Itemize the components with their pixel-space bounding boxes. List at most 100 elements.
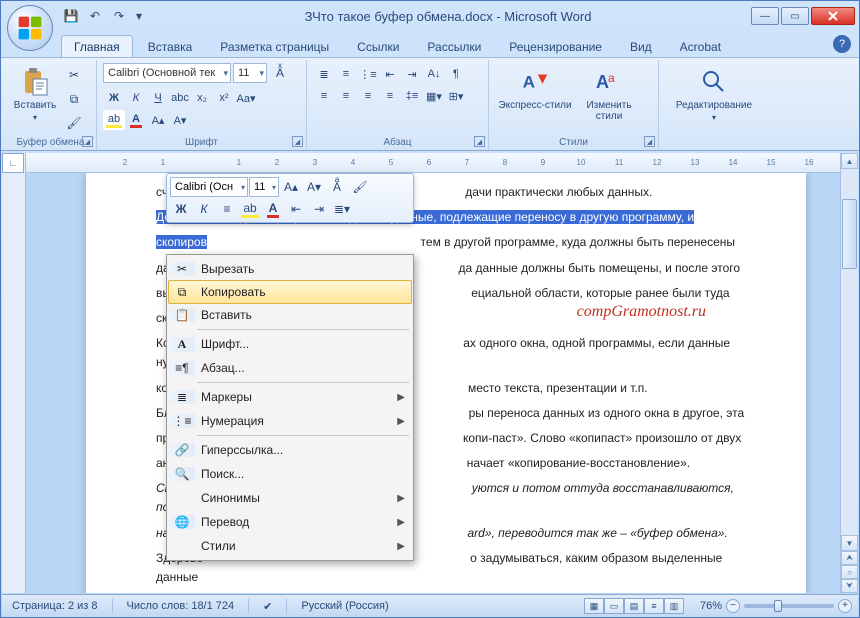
clear-formatting-button[interactable]: Aͯ: [269, 62, 291, 84]
mini-highlight[interactable]: ab: [239, 199, 261, 219]
mini-size-combo[interactable]: 11: [249, 177, 279, 197]
zoom-level[interactable]: 76%: [700, 600, 722, 612]
mini-shrink-font[interactable]: A▾: [303, 177, 325, 197]
tab-mailings[interactable]: Рассылки: [414, 35, 494, 57]
highlight-button[interactable]: ab: [103, 110, 125, 130]
cut-button[interactable]: ✂: [63, 64, 85, 86]
bold-button[interactable]: Ж: [103, 88, 125, 108]
next-page-button[interactable]: ⮟: [841, 579, 858, 593]
scroll-track[interactable]: [841, 169, 858, 535]
ctx-translate[interactable]: 🌐 Перевод ▶: [169, 510, 411, 534]
zoom-out-button[interactable]: −: [726, 599, 740, 613]
ctx-paste[interactable]: 📋 Вставить: [169, 303, 411, 327]
mini-styles[interactable]: Aͣ: [326, 177, 348, 197]
format-painter-button[interactable]: 🖌: [63, 112, 85, 134]
tab-selector[interactable]: ∟: [2, 153, 24, 173]
mini-bullets[interactable]: ≣▾: [331, 199, 353, 219]
shading-button[interactable]: ▦▾: [423, 86, 445, 106]
office-button[interactable]: [7, 5, 53, 51]
status-word-count[interactable]: Число слов: 18/1 724: [123, 600, 239, 612]
tab-page-layout[interactable]: Разметка страницы: [207, 35, 342, 57]
mini-grow-font[interactable]: A▴: [280, 177, 302, 197]
increase-indent-button[interactable]: ⇥: [401, 64, 423, 84]
mini-bold[interactable]: Ж: [170, 199, 192, 219]
ctx-font[interactable]: A Шрифт...: [169, 332, 411, 356]
view-web-layout[interactable]: ▤: [624, 598, 644, 614]
horizontal-ruler[interactable]: 2112345678910111213141516171819: [26, 153, 840, 173]
superscript-button[interactable]: x²: [213, 88, 235, 108]
justify-button[interactable]: ≡: [379, 86, 401, 106]
qat-redo-button[interactable]: ↷: [109, 6, 129, 26]
qat-save-button[interactable]: 💾: [61, 6, 81, 26]
styles-dialog-launcher[interactable]: ◢: [644, 136, 655, 147]
ctx-numbering[interactable]: ⋮≡ Нумерация ▶: [169, 409, 411, 433]
prev-page-button[interactable]: ⮝: [841, 551, 858, 565]
status-language[interactable]: Русский (Россия): [297, 600, 392, 612]
italic-button[interactable]: К: [125, 88, 147, 108]
view-draft[interactable]: ▥: [664, 598, 684, 614]
minimize-button[interactable]: —: [751, 7, 779, 25]
mini-format-painter[interactable]: 🖌: [349, 177, 371, 197]
scroll-up-button[interactable]: ▲: [841, 153, 858, 169]
view-print-layout[interactable]: ▦: [584, 598, 604, 614]
decrease-indent-button[interactable]: ⇤: [379, 64, 401, 84]
ctx-bullets[interactable]: ≣ Маркеры ▶: [169, 385, 411, 409]
zoom-in-button[interactable]: +: [838, 599, 852, 613]
mini-align-center[interactable]: ≡: [216, 199, 238, 219]
view-full-screen[interactable]: ▭: [604, 598, 624, 614]
show-marks-button[interactable]: ¶: [445, 64, 467, 84]
align-right-button[interactable]: ≡: [357, 86, 379, 106]
paragraph-dialog-launcher[interactable]: ◢: [474, 136, 485, 147]
zoom-slider[interactable]: [744, 604, 834, 608]
tab-review[interactable]: Рецензирование: [496, 35, 615, 57]
close-button[interactable]: [811, 7, 855, 25]
underline-button[interactable]: Ч: [147, 88, 169, 108]
align-center-button[interactable]: ≡: [335, 86, 357, 106]
bullets-button[interactable]: ≣: [313, 64, 335, 84]
multilevel-list-button[interactable]: ⋮≡: [357, 64, 379, 84]
maximize-button[interactable]: ▭: [781, 7, 809, 25]
shrink-font-button[interactable]: A▾: [169, 110, 191, 130]
font-color-button[interactable]: A: [125, 110, 147, 130]
sort-button[interactable]: A↓: [423, 64, 445, 84]
tab-acrobat[interactable]: Acrobat: [667, 35, 734, 57]
font-dialog-launcher[interactable]: ◢: [292, 136, 303, 147]
borders-button[interactable]: ⊞▾: [445, 86, 467, 106]
ctx-paragraph[interactable]: ≡¶ Абзац...: [169, 356, 411, 380]
mini-italic[interactable]: К: [193, 199, 215, 219]
change-case-button[interactable]: Aa▾: [235, 88, 257, 108]
browse-object-button[interactable]: ○: [841, 565, 858, 579]
ctx-cut[interactable]: ✂ Вырезать: [169, 257, 411, 281]
tab-references[interactable]: Ссылки: [344, 35, 412, 57]
copy-button[interactable]: ⧉: [63, 88, 85, 110]
scroll-thumb[interactable]: [842, 199, 857, 269]
ctx-copy[interactable]: ⧉ Копировать: [168, 280, 412, 304]
ctx-styles[interactable]: Стили ▶: [169, 534, 411, 558]
ctx-hyperlink[interactable]: 🔗 Гиперссылка...: [169, 438, 411, 462]
font-name-combo[interactable]: Calibri (Основной тек: [103, 63, 231, 83]
tab-insert[interactable]: Вставка: [135, 35, 206, 57]
view-outline[interactable]: ≡: [644, 598, 664, 614]
zoom-thumb[interactable]: [774, 600, 782, 612]
align-left-button[interactable]: ≡: [313, 86, 335, 106]
grow-font-button[interactable]: A▴: [147, 110, 169, 130]
ctx-lookup[interactable]: 🔍 Поиск...: [169, 462, 411, 486]
document-area[interactable]: считать_________________________________…: [26, 173, 840, 593]
mini-decrease-indent[interactable]: ⇤: [285, 199, 307, 219]
qat-customize-button[interactable]: ▾: [133, 6, 145, 26]
subscript-button[interactable]: x₂: [191, 88, 213, 108]
line-spacing-button[interactable]: ‡≡: [401, 86, 423, 106]
tab-home[interactable]: Главная: [61, 35, 133, 57]
font-size-combo[interactable]: 11: [233, 63, 267, 83]
strikethrough-button[interactable]: abc: [169, 88, 191, 108]
mini-font-color[interactable]: A: [262, 199, 284, 219]
status-page[interactable]: Страница: 2 из 8: [8, 600, 102, 612]
clipboard-dialog-launcher[interactable]: ◢: [82, 136, 93, 147]
mini-increase-indent[interactable]: ⇥: [308, 199, 330, 219]
editing-button[interactable]: Редактирование ▾: [665, 62, 763, 150]
ctx-synonyms[interactable]: Синонимы ▶: [169, 486, 411, 510]
numbering-button[interactable]: ≡: [335, 64, 357, 84]
vertical-scrollbar[interactable]: ▲ ▼ ⮝ ○ ⮟: [840, 153, 858, 593]
status-proofing[interactable]: ✔: [259, 600, 276, 613]
tab-view[interactable]: Вид: [617, 35, 665, 57]
